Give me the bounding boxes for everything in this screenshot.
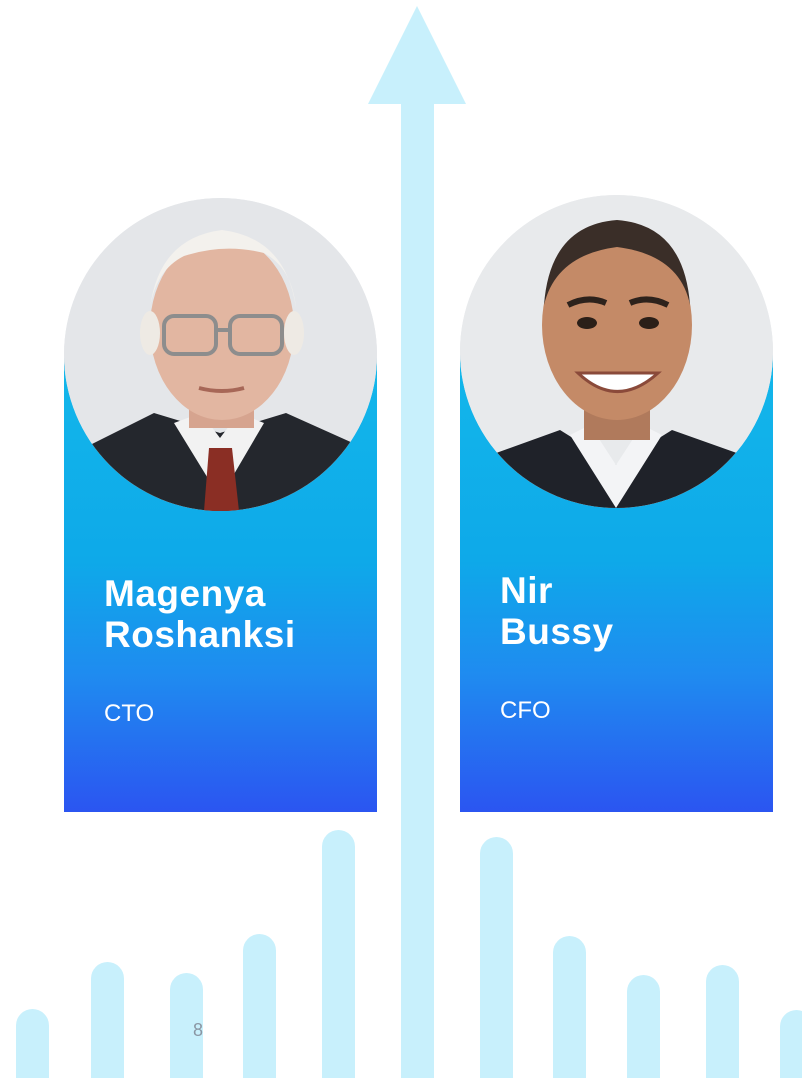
- team-member-name: Magenya Roshanksi: [104, 573, 296, 655]
- arrow-up-shaft: [401, 100, 434, 1078]
- decor-bar: [780, 1010, 802, 1078]
- decor-bar: [553, 936, 586, 1078]
- decor-bar: [243, 934, 276, 1078]
- decor-bar: [16, 1009, 49, 1078]
- team-member-role: CTO: [104, 700, 155, 727]
- page-number: 8: [193, 1020, 204, 1040]
- team-member-name: Nir Bussy: [500, 570, 614, 652]
- team-card-cto: Magenya Roshanksi CTO: [64, 198, 377, 812]
- arrow-up-icon: [368, 6, 466, 104]
- decor-bar: [706, 965, 739, 1078]
- team-card-cfo: Nir Bussy CFO: [460, 195, 773, 812]
- decor-bar: [627, 975, 660, 1078]
- avatar: [64, 198, 377, 511]
- team-member-role: CFO: [500, 697, 551, 724]
- decor-bar: [91, 962, 124, 1078]
- decor-bar: [480, 837, 513, 1078]
- decor-bar: [322, 830, 355, 1078]
- avatar: [460, 195, 773, 508]
